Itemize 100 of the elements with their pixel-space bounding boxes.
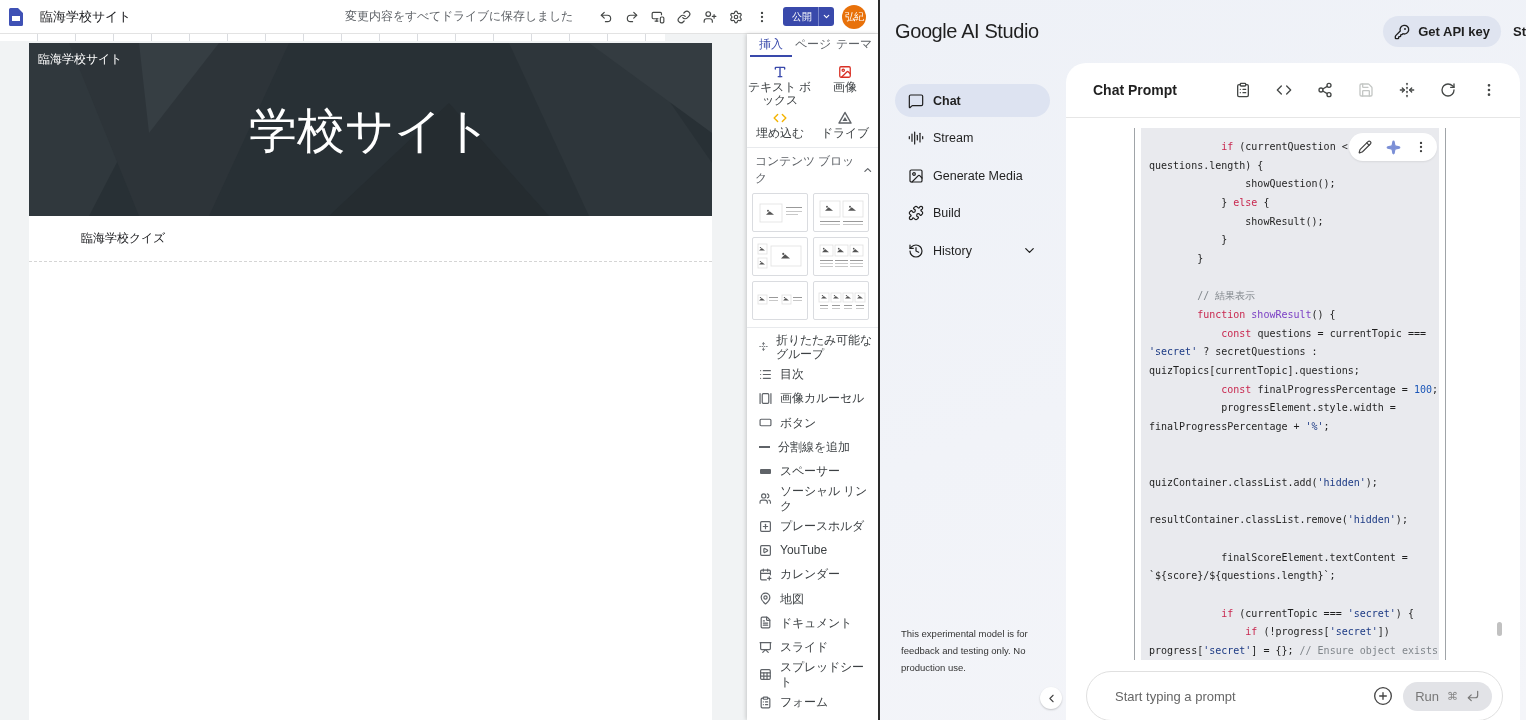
save-status: 変更内容をすべてドライブに保存しました — [345, 8, 573, 25]
layout-thumbnail[interactable] — [752, 192, 808, 232]
image-icon — [838, 65, 853, 79]
element-item[interactable]: YouTube — [747, 538, 878, 563]
nav-item[interactable]: Generate Media — [895, 159, 1050, 192]
unfold-icon — [759, 340, 768, 354]
code-line: progress['secret'] = {}; // Ensure object exists — [1149, 644, 1438, 659]
chat-icon — [908, 92, 924, 109]
puzzle-icon — [908, 205, 924, 221]
code-line: quizTopics[currentTopic].questions; — [1149, 364, 1360, 379]
nav-item[interactable]: Stream — [895, 121, 1050, 155]
code-line: // 結果表示 — [1196, 289, 1256, 304]
devices-icon — [651, 9, 665, 24]
form-icon — [759, 695, 772, 709]
element-item[interactable]: 地図 — [747, 586, 878, 611]
element-item[interactable]: 折りたたみ可能なグループ — [747, 331, 878, 363]
code-line: resultContainer.classList.remove('hidden'); — [1149, 513, 1408, 528]
code-line: if (currentTopic === 'secret') { — [1220, 606, 1414, 621]
banner-heading: 学校サイト — [249, 103, 492, 159]
people-icon — [759, 492, 772, 506]
element-item[interactable]: スペーサー — [747, 459, 878, 484]
code-line: } — [1220, 233, 1228, 248]
element-item[interactable]: プレースホルダ — [747, 514, 878, 539]
section-heading: コンテンツ ブロック — [755, 152, 856, 187]
element-item[interactable]: 画像カルーセル — [747, 386, 878, 411]
panel-tab[interactable]: ページ — [791, 34, 834, 57]
element-item[interactable]: 分割線を追加 — [747, 434, 878, 460]
element-item[interactable]: カレンダー — [747, 562, 878, 587]
map-pin-icon — [759, 592, 772, 606]
layout-thumbnail[interactable] — [813, 236, 869, 276]
share-icon — [1317, 82, 1333, 98]
key-icon — [1394, 23, 1411, 40]
nav-item[interactable]: Chat — [895, 84, 1050, 117]
api-key-button[interactable]: Get API key — [1383, 16, 1501, 47]
element-item[interactable]: スプレッドシート — [747, 659, 878, 690]
code-icon — [1276, 82, 1292, 98]
code-line: finalProgressPercentage + '%'; — [1149, 420, 1330, 435]
layout-drawing — [755, 240, 805, 272]
play-icon — [759, 543, 772, 557]
chat-title: Chat Prompt — [1093, 82, 1177, 98]
redo-icon — [625, 9, 639, 24]
minus-icon — [759, 446, 770, 448]
settings-icon — [729, 9, 743, 24]
layout-thumbnail[interactable] — [752, 280, 808, 320]
element-item[interactable]: フォーム — [747, 689, 878, 715]
plus-square-icon — [759, 519, 772, 533]
publish-button[interactable]: 公開 — [783, 7, 834, 26]
clipboard-icon — [1235, 82, 1251, 98]
nav-link[interactable]: St — [1513, 24, 1526, 39]
list-icon — [759, 367, 772, 381]
text-icon — [772, 65, 787, 79]
layout-thumbnail[interactable] — [813, 280, 869, 320]
pencil-icon — [1358, 140, 1372, 154]
nav-item[interactable]: History — [895, 234, 1050, 267]
add-person-icon — [703, 9, 717, 24]
history-icon — [908, 242, 924, 259]
insert-item[interactable]: 埋め込む — [747, 110, 813, 142]
code-line: questions.length) { — [1149, 158, 1264, 173]
code-line: `${score}/${questions.length}`; — [1149, 569, 1336, 584]
code-line: } — [1196, 252, 1204, 267]
code-line: quizContainer.classList.add('hidden'); — [1149, 476, 1378, 491]
insert-item[interactable]: ドライブ — [812, 110, 878, 142]
undo-icon — [599, 9, 613, 24]
collapse-button[interactable] — [1040, 687, 1062, 709]
code-line: } else { — [1220, 196, 1270, 210]
add-icon[interactable] — [1373, 686, 1394, 706]
prompt-field[interactable]: Start typing a prompt — [1113, 687, 1374, 705]
code-line: showResult(); — [1244, 214, 1324, 229]
element-item[interactable]: ドキュメント — [747, 610, 878, 635]
code-line: 'secret' ? secretQuestions : — [1149, 345, 1318, 360]
insert-item[interactable]: テキスト ボックス — [747, 64, 813, 109]
calendar-icon — [759, 568, 772, 582]
element-item[interactable]: ソーシャル リンク — [747, 483, 878, 515]
spreadsheet-icon — [759, 668, 772, 682]
return-icon — [1466, 689, 1480, 703]
fold-icon — [1399, 82, 1415, 98]
layout-thumbnail[interactable] — [813, 192, 869, 232]
banner-site-name: 臨海学校サイト — [38, 51, 122, 68]
code-line: if (currentQuestion < — [1220, 140, 1348, 154]
code-line: if (!progress['secret']) — [1244, 625, 1390, 640]
panel-tab[interactable]: 挿入 — [750, 34, 792, 57]
insert-item[interactable]: 画像 — [812, 64, 878, 109]
nav-item[interactable]: Build — [895, 196, 1050, 230]
site-title: 臨海学校サイト — [40, 7, 131, 26]
section-text: 臨海学校クイズ — [81, 230, 165, 247]
panel-tab[interactable]: テーマ — [833, 34, 875, 57]
document-icon — [759, 616, 772, 630]
scrollbar-thumb[interactable] — [1497, 622, 1502, 636]
disclaimer-text: This experimental model is for feedback and testing only. No production use. — [901, 627, 1029, 675]
run-button[interactable]: Run ⌘ — [1403, 681, 1492, 711]
presentation-icon — [759, 640, 772, 654]
element-item[interactable]: ボタン — [747, 410, 878, 435]
code-line: showQuestion(); — [1244, 177, 1336, 192]
element-item[interactable]: 目次 — [747, 362, 878, 387]
element-item[interactable]: スライド — [747, 635, 878, 660]
code-line: const questions = currentTopic === — [1220, 326, 1426, 341]
save-icon — [1358, 82, 1374, 98]
gallery-icon — [759, 392, 772, 406]
sparkle-icon — [1385, 139, 1401, 155]
layout-thumbnail[interactable] — [752, 236, 808, 276]
